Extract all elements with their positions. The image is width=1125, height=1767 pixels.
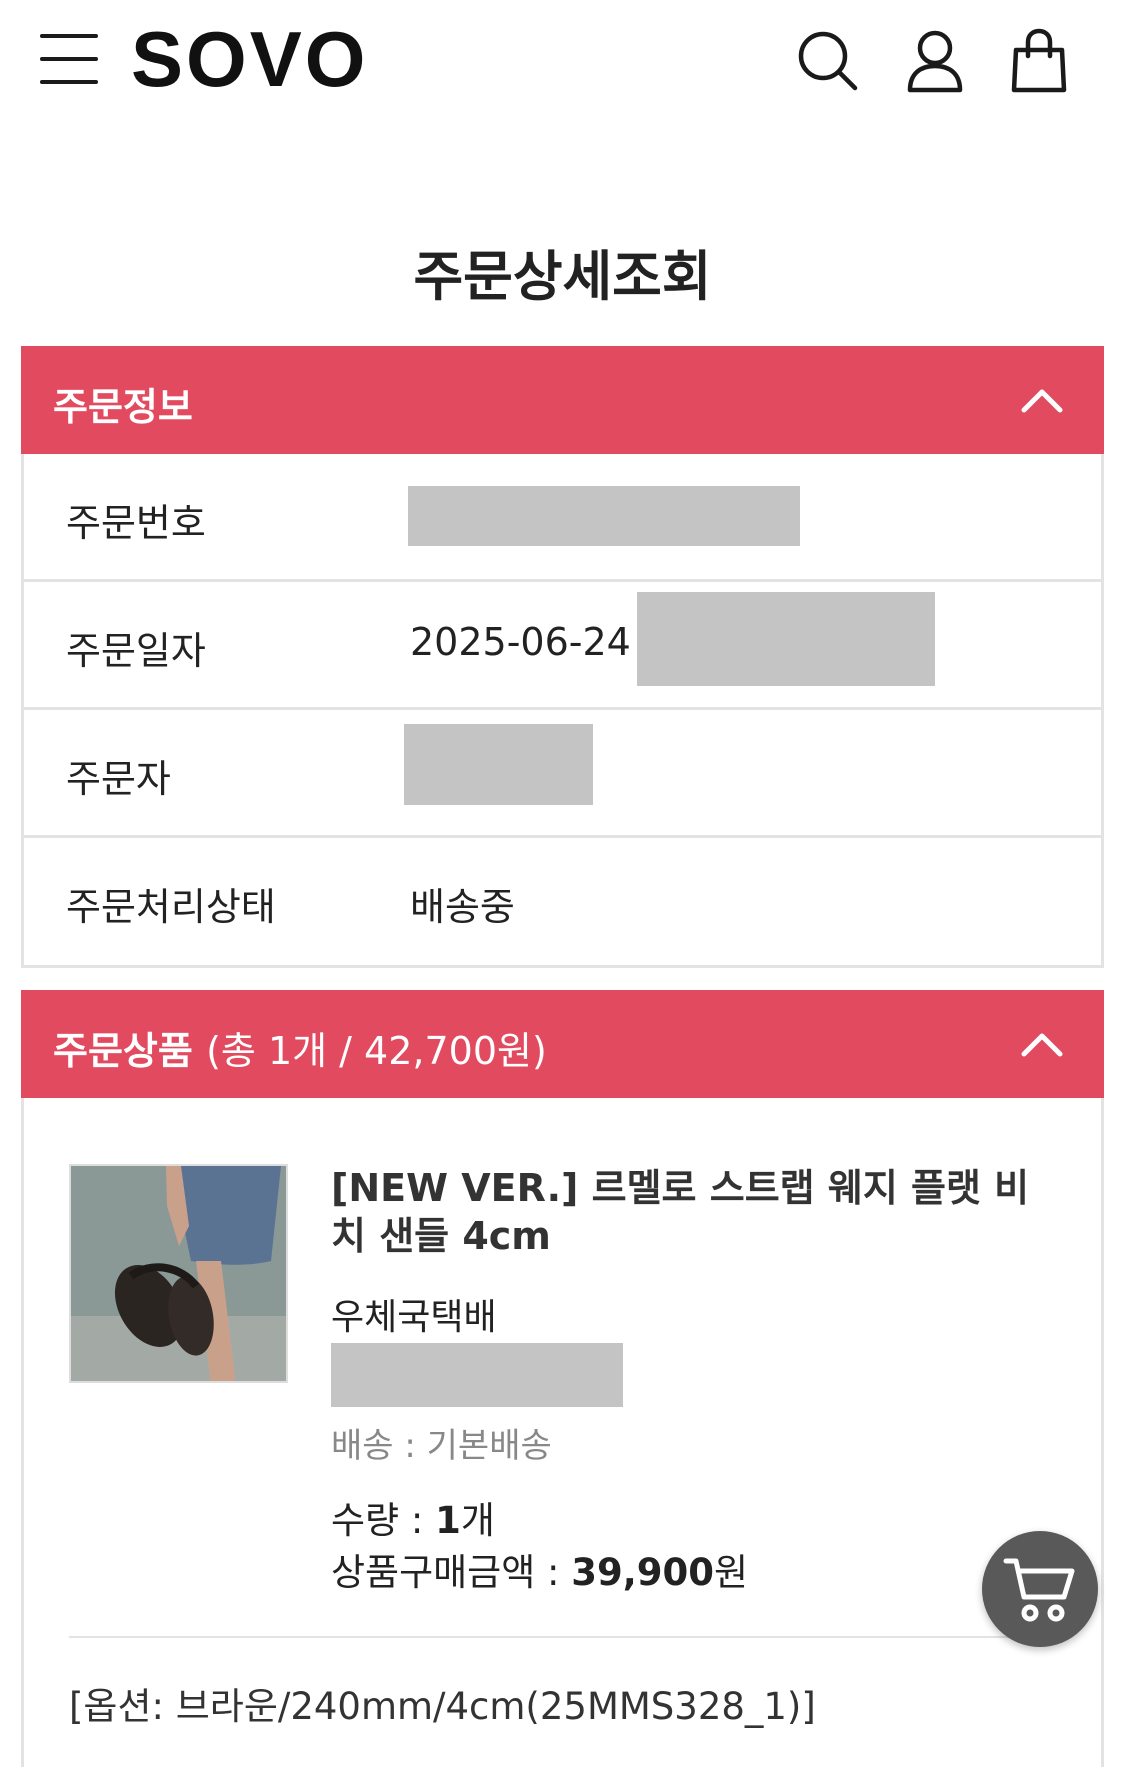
product-option: [옵션: 브라운/240mm/4cm(25MMS328_1)]	[69, 1685, 816, 1728]
order-items-summary: (총 1개 / 42,700원)	[206, 1029, 547, 1073]
order-status-row: 주문처리상태 배송중	[24, 838, 1101, 966]
site-logo[interactable]: SOVO	[131, 14, 368, 105]
order-info-header[interactable]: 주문정보	[21, 346, 1104, 454]
site-header: SOVO	[0, 0, 1125, 120]
order-number-row: 주문번호	[24, 454, 1101, 582]
order-date-label: 주문일자	[66, 629, 206, 673]
purchase-amount: 상품구매금액 : 39,900원	[331, 1542, 748, 1596]
product-thumbnail[interactable]	[69, 1164, 288, 1383]
price-unit: 원	[714, 1551, 749, 1594]
redacted-tracking-number	[331, 1343, 623, 1407]
orderer-label: 주문자	[66, 757, 171, 801]
shopping-bag-icon[interactable]	[1004, 26, 1074, 96]
redacted-order-number	[408, 486, 800, 546]
divider	[69, 1636, 1059, 1638]
shipping-method: 배송 : 기본배송	[331, 1426, 552, 1466]
chevron-up-icon[interactable]	[1018, 376, 1066, 424]
quantity-unit: 개	[460, 1499, 495, 1542]
price-label: 상품구매금액 :	[331, 1551, 572, 1594]
order-items-title-text: 주문상품	[53, 1029, 193, 1073]
order-number-label: 주문번호	[66, 501, 206, 545]
order-info-title: 주문정보	[53, 385, 193, 429]
quantity: 수량 : 1개	[331, 1490, 495, 1544]
order-info-table: 주문번호 주문일자 2025-06-24 주문자 주문처리상태 배송중	[21, 454, 1104, 968]
search-icon[interactable]	[793, 26, 863, 96]
cart-icon	[1003, 1558, 1075, 1622]
redacted-orderer-name	[404, 724, 593, 805]
order-items-header[interactable]: 주문상품 (총 1개 / 42,700원)	[21, 990, 1104, 1098]
order-items-title: 주문상품 (총 1개 / 42,700원)	[53, 1020, 547, 1075]
quantity-label: 수량 :	[331, 1499, 436, 1542]
page-title: 주문상세조회	[413, 245, 712, 308]
floating-cart-button[interactable]	[982, 1531, 1098, 1647]
redacted-order-time	[637, 592, 935, 686]
product-name[interactable]: [NEW VER.] 르멜로 스트랩 웨지 플랫 비치 샌들 4cm	[331, 1164, 1051, 1260]
user-icon[interactable]	[900, 26, 970, 96]
order-status-value: 배송중	[410, 885, 515, 929]
orderer-row: 주문자	[24, 710, 1101, 838]
order-item-card: [NEW VER.] 르멜로 스트랩 웨지 플랫 비치 샌들 4cm 우체국택배…	[21, 1098, 1104, 1767]
courier-name: 우체국택배	[331, 1297, 497, 1338]
menu-icon[interactable]	[40, 34, 98, 84]
price-value: 39,900	[571, 1551, 715, 1594]
chevron-up-icon[interactable]	[1018, 1020, 1066, 1068]
order-date-value: 2025-06-24	[410, 620, 631, 664]
order-date-row: 주문일자 2025-06-24	[24, 582, 1101, 710]
order-status-label: 주문처리상태	[66, 885, 276, 929]
quantity-value: 1	[435, 1499, 461, 1542]
